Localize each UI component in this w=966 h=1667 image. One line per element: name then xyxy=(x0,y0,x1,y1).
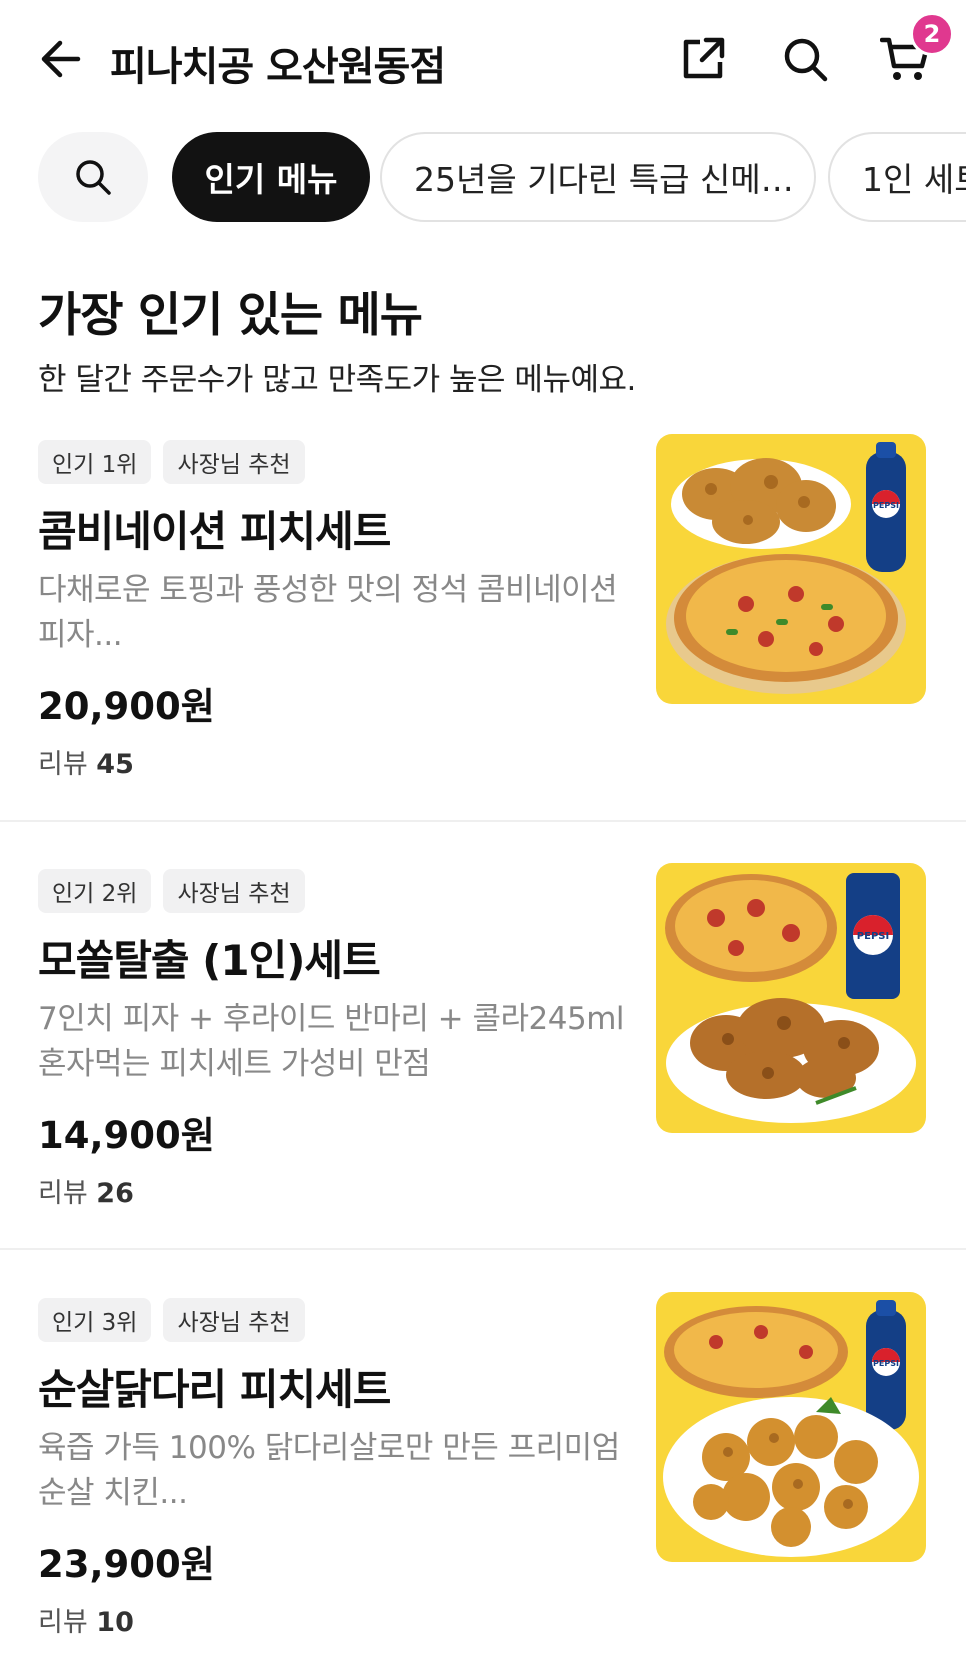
review-label: 리뷰 xyxy=(38,749,88,780)
review-label: 리뷰 xyxy=(38,1607,88,1638)
owner-pick-tag: 사장님 추천 xyxy=(163,1298,305,1342)
item-name: 순살닭다리 피치세트 xyxy=(38,1365,391,1414)
solo-set-photo: PEPSI xyxy=(656,863,926,1133)
owner-pick-tag: 사장님 추천 xyxy=(163,440,305,484)
pepsi-logo: PEPSI xyxy=(873,1359,899,1368)
review-label: 리뷰 xyxy=(38,1178,88,1209)
item-name: 콤비네이션 피치세트 xyxy=(38,507,391,556)
item-tags: 인기 3위 사장님 추천 xyxy=(38,1298,305,1342)
chip-popular-menu[interactable]: 인기 메뉴 xyxy=(172,132,370,222)
menu-item[interactable]: 인기 2위 사장님 추천 모쏠탈출 (1인)세트 7인치 피자 + 후라이드 반… xyxy=(0,849,966,1277)
chip-single-set[interactable]: 1인 세트 xyxy=(828,132,966,222)
category-chip-bar: 인기 메뉴 25년을 기다린 특급 신메… 1인 세트 xyxy=(0,132,966,224)
share-button[interactable] xyxy=(678,34,728,84)
rank-tag: 인기 2위 xyxy=(38,869,152,913)
item-description: 7인치 피자 + 후라이드 반마리 + 콜라245ml 혼자먹는 피치세트 가성… xyxy=(38,1001,625,1082)
store-title: 피나치공 오산원동점 xyxy=(110,44,446,90)
item-photo[interactable]: PEPSI xyxy=(656,1292,926,1562)
section-subtitle: 한 달간 주문수가 많고 만족도가 높은 메뉴예요. xyxy=(38,362,636,398)
search-button[interactable] xyxy=(780,34,830,84)
share-icon xyxy=(683,37,725,79)
menu-search-chip[interactable] xyxy=(38,132,148,222)
item-review-count: 리뷰 26 xyxy=(38,1171,134,1210)
item-name: 모쏠탈출 (1인)세트 xyxy=(38,936,381,985)
boneless-set-photo: PEPSI xyxy=(656,1292,926,1562)
pepsi-logo: PEPSI xyxy=(857,931,889,942)
item-review-count: 리뷰 45 xyxy=(38,742,134,781)
item-description: 다채로운 토핑과 풍성한 맛의 정석 콤비네이션 피자... xyxy=(38,572,618,653)
top-app-bar: 피나치공 오산원동점 2 xyxy=(0,0,966,120)
cart-count-badge: 2 xyxy=(910,12,954,56)
review-number: 45 xyxy=(96,749,134,780)
menu-item[interactable]: 인기 1위 사장님 추천 콤비네이션 피치세트 다채로운 토핑과 풍성한 맛의 … xyxy=(0,420,966,848)
item-review-count: 리뷰 10 xyxy=(38,1600,134,1639)
rank-tag: 인기 3위 xyxy=(38,1298,152,1342)
item-photo[interactable]: PEPSI xyxy=(656,434,926,704)
item-divider xyxy=(0,820,966,822)
store-menu-page: 피나치공 오산원동점 2 인기 메뉴 25년을 기다린 특급 신메… 1인 세 … xyxy=(0,0,966,1667)
item-price: 14,900원 xyxy=(38,1114,215,1157)
review-number: 10 xyxy=(96,1607,134,1638)
rank-tag: 인기 1위 xyxy=(38,440,152,484)
section-title: 가장 인기 있는 메뉴 xyxy=(38,288,423,343)
owner-pick-tag: 사장님 추천 xyxy=(163,869,305,913)
review-number: 26 xyxy=(96,1178,134,1209)
item-price: 20,900원 xyxy=(38,685,215,728)
pepsi-logo: PEPSI xyxy=(873,501,899,510)
item-tags: 인기 1위 사장님 추천 xyxy=(38,440,305,484)
chip-new-menu[interactable]: 25년을 기다린 특급 신메… xyxy=(380,132,816,222)
item-photo[interactable]: PEPSI xyxy=(656,863,926,1133)
search-icon xyxy=(784,38,828,82)
item-description: 육즙 가득 100% 닭다리살로만 만든 프리미엄 순살 치킨... xyxy=(38,1430,620,1511)
item-divider xyxy=(0,1248,966,1250)
item-price: 23,900원 xyxy=(38,1543,215,1586)
menu-item[interactable]: 인기 3위 사장님 추천 순살닭다리 피치세트 육즙 가득 100% 닭다리살로… xyxy=(0,1278,966,1667)
search-icon xyxy=(76,160,111,195)
combination-set-photo: PEPSI xyxy=(656,434,926,704)
back-button[interactable] xyxy=(38,36,84,82)
arrow-left-icon xyxy=(41,40,81,78)
item-tags: 인기 2위 사장님 추천 xyxy=(38,869,305,913)
